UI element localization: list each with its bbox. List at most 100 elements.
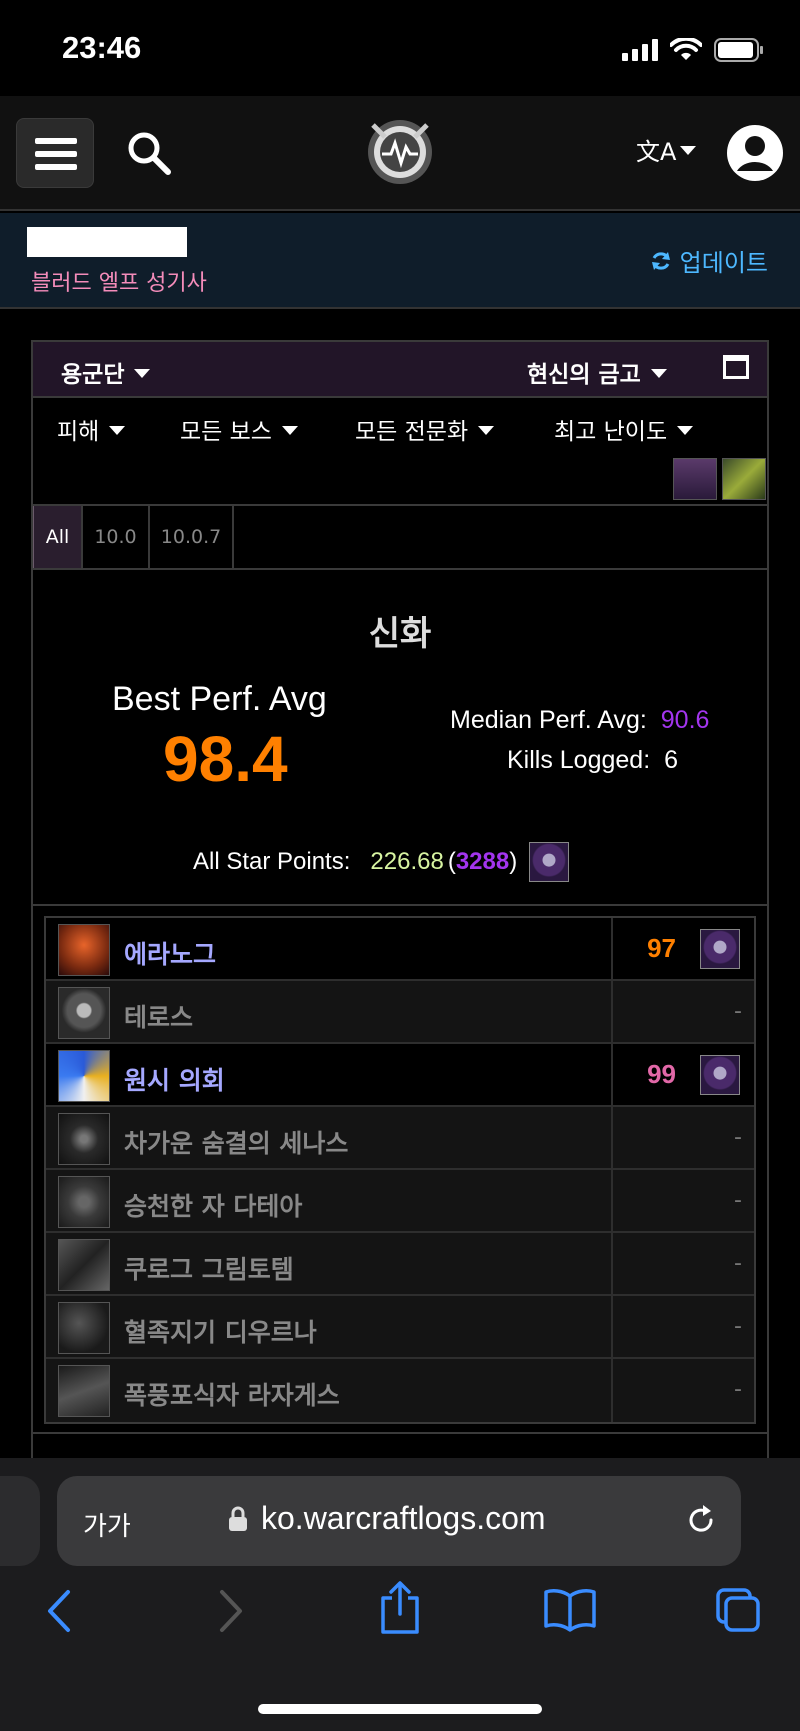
- zone-selector-bar: 용군단 현신의 금고: [33, 342, 767, 398]
- performance-summary: 신화 Best Perf. Avg 98.4 Median Perf. Avg:…: [33, 570, 767, 906]
- column-divider: [611, 918, 613, 979]
- address-bar[interactable]: 가가 ko.warcraftlogs.com: [57, 1476, 741, 1566]
- raid-label: 현신의 금고: [527, 362, 641, 388]
- table-row[interactable]: 원시 의회 99: [46, 1044, 754, 1107]
- boss-filter-label: 모든 보스: [180, 419, 272, 445]
- boss-table: 에라노그 97 테로스 - 원시 의회 99 차가운 숨결의 세나스 - 승천한…: [44, 916, 756, 1424]
- forward-icon[interactable]: [214, 1586, 248, 1636]
- boss-raszageth-icon: [58, 1365, 110, 1417]
- user-account-icon[interactable]: [726, 124, 784, 182]
- column-divider: [611, 1107, 613, 1168]
- boss-name: 차가운 숨결의 세나스: [124, 1129, 349, 1158]
- boss-score-empty: -: [734, 1188, 742, 1213]
- warcraftlogs-logo-icon[interactable]: [365, 117, 435, 187]
- chevron-down-icon: [134, 369, 151, 378]
- raid-portrait-icon[interactable]: [673, 458, 717, 500]
- status-bar: 23:46: [0, 0, 800, 96]
- median-perf-line: Median Perf. Avg: 90.6: [450, 706, 709, 735]
- chevron-down-icon: [677, 426, 694, 435]
- home-indicator[interactable]: [258, 1704, 542, 1714]
- boss-terros-icon: [58, 987, 110, 1039]
- lock-icon: [229, 1506, 247, 1531]
- boss-score: 97: [647, 933, 676, 963]
- boss-primal-council-icon: [58, 1050, 110, 1102]
- boss-name: 원시 의회: [124, 1066, 225, 1095]
- wifi-icon: [670, 38, 702, 60]
- reload-icon[interactable]: [683, 1502, 719, 1538]
- boss-eranog-icon: [58, 924, 110, 976]
- svg-text:文A: 文A: [636, 138, 677, 166]
- translate-icon[interactable]: 文A: [636, 132, 696, 172]
- boss-rank-icon[interactable]: [700, 1055, 740, 1095]
- share-icon[interactable]: [378, 1580, 422, 1636]
- table-row[interactable]: 쿠로그 그림토템 -: [46, 1233, 754, 1296]
- battery-icon: [714, 38, 763, 62]
- character-class-label: 블러드 엘프 성기사: [31, 271, 207, 296]
- best-perf-label: Best Perf. Avg: [112, 680, 327, 718]
- table-row[interactable]: 테로스 -: [46, 981, 754, 1044]
- paren-open: (: [447, 848, 456, 875]
- all-stars-rank-icon[interactable]: [529, 842, 570, 882]
- boss-dropdown[interactable]: 모든 보스: [180, 412, 298, 446]
- difficulty-dropdown[interactable]: 최고 난이도: [554, 412, 694, 446]
- search-icon[interactable]: [124, 128, 174, 178]
- cellular-signal-icon: [622, 39, 658, 61]
- tab-10-0[interactable]: 10.0: [83, 506, 150, 568]
- text-size-button[interactable]: 가가: [83, 1506, 131, 1543]
- browser-toolbar: [0, 1581, 800, 1656]
- update-button[interactable]: 업데이트: [650, 243, 768, 278]
- url-text: ko.warcraftlogs.com: [261, 1500, 546, 1536]
- table-row[interactable]: 폭풍포식자 라자게스 -: [46, 1359, 754, 1422]
- table-row[interactable]: 승천한 자 다테아 -: [46, 1170, 754, 1233]
- tabs-icon[interactable]: [714, 1586, 762, 1634]
- table-row[interactable]: 에라노그 97: [46, 918, 754, 981]
- column-divider: [611, 1170, 613, 1231]
- expand-section-cut-off[interactable]: [33, 1432, 767, 1458]
- table-row[interactable]: 혈족지기 디우르나 -: [46, 1296, 754, 1359]
- site-navbar: 文A: [0, 96, 800, 211]
- all-star-points-value: 226.68: [370, 848, 444, 875]
- all-star-points-line: All Star Points: 226.68 (3288): [193, 842, 570, 882]
- zone-dropdown[interactable]: 용군단: [61, 355, 151, 389]
- spec-dropdown[interactable]: 모든 전문화: [355, 412, 495, 446]
- kills-logged-line: Kills Logged: 6: [507, 746, 678, 775]
- status-icons: [622, 38, 764, 62]
- difficulty-filter-label: 최고 난이도: [554, 419, 668, 445]
- best-perf-value: 98.4: [163, 723, 288, 795]
- status-time: 23:46: [62, 30, 142, 65]
- boss-rank-icon[interactable]: [700, 929, 740, 969]
- tab-10-0-7[interactable]: 10.0.7: [150, 506, 234, 568]
- column-divider: [611, 1233, 613, 1294]
- table-row[interactable]: 차가운 숨결의 세나스 -: [46, 1107, 754, 1170]
- zone-label: 용군단: [61, 362, 125, 388]
- previous-tab-pill[interactable]: [0, 1476, 40, 1566]
- boss-score-empty: -: [734, 1314, 742, 1339]
- mythic-key-icon[interactable]: [722, 458, 766, 500]
- boss-diurna-icon: [58, 1302, 110, 1354]
- boss-name: 테로스: [124, 1003, 194, 1032]
- chevron-down-icon: [650, 369, 667, 378]
- tab-all[interactable]: All: [33, 506, 83, 568]
- boss-score-empty: -: [734, 1377, 742, 1402]
- hamburger-menu-button[interactable]: [16, 118, 94, 188]
- patch-tabs: All 10.0 10.0.7: [33, 506, 767, 570]
- raid-dropdown[interactable]: 현신의 금고: [527, 355, 667, 389]
- difficulty-heading: 신화: [368, 614, 432, 654]
- update-label: 업데이트: [679, 249, 768, 277]
- refresh-icon: [651, 251, 670, 270]
- all-star-rank: 3288: [455, 848, 510, 875]
- browser-chrome: 가가 ko.warcraftlogs.com: [0, 1458, 800, 1731]
- metric-dropdown[interactable]: 피해: [57, 412, 126, 446]
- chevron-down-icon: [109, 426, 126, 435]
- kills-logged-value: 6: [664, 746, 678, 774]
- boss-name: 에라노그: [124, 940, 217, 969]
- window-toggle-icon[interactable]: [723, 355, 749, 379]
- column-divider: [611, 1044, 613, 1105]
- back-icon[interactable]: [42, 1586, 76, 1636]
- metric-label: 피해: [57, 419, 100, 445]
- rankings-panel: 용군단 현신의 금고 피해 모든 보스 모든 전문화 최고 난이도 All 10…: [31, 340, 769, 1460]
- bookmarks-icon[interactable]: [544, 1586, 596, 1632]
- paren-close: ): [509, 848, 518, 875]
- boss-name: 승천한 자 다테아: [124, 1192, 303, 1221]
- column-divider: [611, 981, 613, 1042]
